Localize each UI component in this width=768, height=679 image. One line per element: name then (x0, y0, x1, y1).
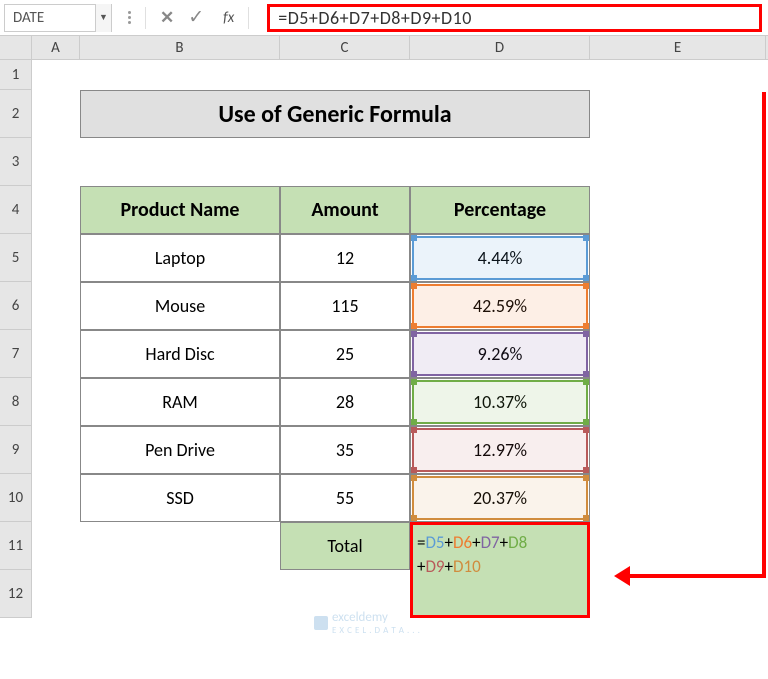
divider (248, 7, 249, 29)
cell-product[interactable]: Laptop (80, 234, 280, 282)
cancel-icon[interactable]: ✕ (160, 7, 174, 28)
formula-text: =D5+D6+D7+D8+D9+D10 (417, 531, 527, 579)
header-amount[interactable]: Amount (280, 186, 410, 234)
enter-icon[interactable]: ✓ (188, 6, 204, 29)
row-header[interactable]: 8 (0, 378, 32, 426)
cell-product[interactable]: RAM (80, 378, 280, 426)
kebab-icon[interactable] (128, 11, 131, 24)
header-percentage[interactable]: Percentage (410, 186, 590, 234)
row-header[interactable]: 12 (0, 570, 32, 618)
cell-percentage[interactable]: 9.26% (410, 330, 590, 378)
total-label-cell[interactable]: Total (280, 522, 410, 570)
col-header-b[interactable]: B (80, 36, 280, 59)
row-header[interactable]: 10 (0, 474, 32, 522)
watermark-icon (314, 616, 328, 630)
cell-product[interactable]: SSD (80, 474, 280, 522)
callout-arrow (762, 92, 766, 578)
name-box-value: DATE (13, 9, 44, 27)
col-header-e[interactable]: E (590, 36, 766, 59)
name-box[interactable]: DATE ▼ (4, 4, 112, 32)
row-header[interactable]: 1 (0, 60, 32, 90)
row-header[interactable]: 5 (0, 234, 32, 282)
row-headers: 1 2 3 4 5 6 7 8 9 10 11 12 (0, 60, 32, 618)
cell-amount[interactable]: 12 (280, 234, 410, 282)
cell-percentage[interactable]: 10.37% (410, 378, 590, 426)
cell-percentage[interactable]: 42.59% (410, 282, 590, 330)
callout-arrow (628, 574, 766, 578)
column-headers: A B C D E (0, 36, 768, 60)
row-header[interactable]: 4 (0, 186, 32, 234)
cell-product[interactable]: Mouse (80, 282, 280, 330)
arrow-head-icon (614, 566, 630, 586)
name-box-dropdown[interactable]: ▼ (95, 4, 111, 32)
row-header[interactable]: 2 (0, 90, 32, 138)
watermark: exceldemy E X C E L . D A T A . . . (314, 610, 420, 636)
cell-product[interactable]: Hard Disc (80, 330, 280, 378)
cell-percentage[interactable]: 12.97% (410, 426, 590, 474)
cell-percentage[interactable]: 4.44% (410, 234, 590, 282)
cell-amount[interactable]: 25 (280, 330, 410, 378)
header-product-name[interactable]: Product Name (80, 186, 280, 234)
cell-amount[interactable]: 35 (280, 426, 410, 474)
active-formula-cell[interactable]: =D5+D6+D7+D8+D9+D10 (410, 522, 590, 618)
select-all-corner[interactable] (0, 36, 32, 59)
col-header-d[interactable]: D (410, 36, 590, 59)
row-header[interactable]: 3 (0, 138, 32, 186)
formula-bar-text: =D5+D6+D7+D8+D9+D10 (278, 7, 472, 29)
fx-icon[interactable]: fx (223, 9, 234, 27)
divider (145, 7, 146, 29)
row-header[interactable]: 11 (0, 522, 32, 570)
col-header-c[interactable]: C (280, 36, 410, 59)
cell-amount[interactable]: 28 (280, 378, 410, 426)
row-header[interactable]: 9 (0, 426, 32, 474)
title-text: Use of Generic Formula (218, 100, 451, 129)
row-header[interactable]: 7 (0, 330, 32, 378)
col-header-a[interactable]: A (32, 36, 80, 59)
cell-percentage[interactable]: 20.37% (410, 474, 590, 522)
row-header[interactable]: 6 (0, 282, 32, 330)
cell-product[interactable]: Pen Drive (80, 426, 280, 474)
formula-bar-input[interactable]: =D5+D6+D7+D8+D9+D10 (267, 4, 762, 32)
cell-amount[interactable]: 55 (280, 474, 410, 522)
cell-amount[interactable]: 115 (280, 282, 410, 330)
title-cell[interactable]: Use of Generic Formula (80, 90, 590, 138)
